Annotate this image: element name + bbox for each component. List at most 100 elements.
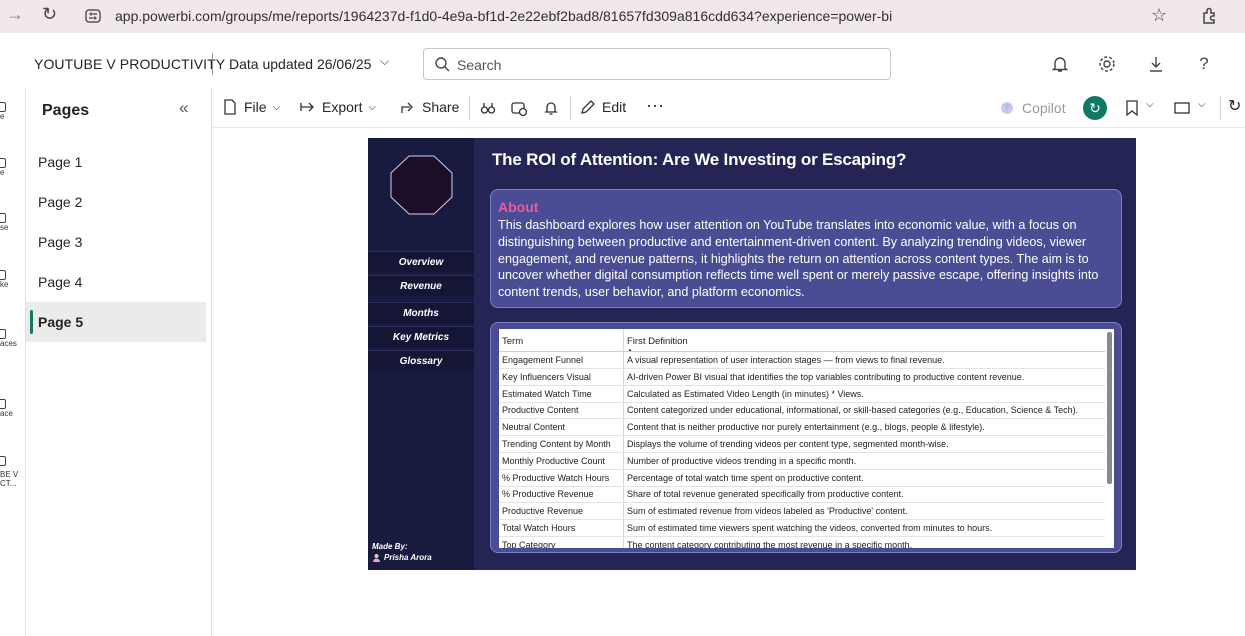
table-row[interactable]: Estimated Watch Time Calculated as Estima… — [499, 386, 1105, 403]
rail-item-workspaces[interactable]: aces — [0, 329, 25, 348]
cell-term: Engagement Funnel — [502, 355, 584, 365]
cell-definition: Sum of estimated time viewers spent watc… — [627, 523, 993, 533]
table-row[interactable]: Productive Content Content categorized un… — [499, 402, 1105, 420]
forward-arrow-icon[interactable]: → — [6, 4, 24, 25]
pencil-icon — [581, 100, 595, 114]
rail-item-browse[interactable]: se — [0, 213, 25, 232]
chevron-down-icon: ⌵ — [368, 101, 377, 113]
nav-months-button[interactable]: Months — [368, 302, 474, 323]
nav-revenue-button[interactable]: Revenue — [368, 275, 474, 296]
file-menu[interactable]: File ⌵ — [222, 99, 280, 115]
glossary-card: Term First Definition ▲ Engagement Funne… — [490, 322, 1122, 553]
toolbar-divider — [570, 96, 571, 120]
bell-icon[interactable] — [1050, 54, 1070, 74]
collapse-pane-icon[interactable]: « — [179, 98, 188, 118]
home-icon — [0, 102, 6, 112]
table-row[interactable]: Total Watch Hours Sum of estimated time v… — [499, 520, 1105, 537]
table-row[interactable]: Trending Content by Month Displays the vo… — [499, 436, 1105, 453]
chevron-down-icon[interactable]: ⌵ — [1146, 99, 1154, 110]
share-button[interactable]: Share — [400, 99, 459, 115]
reset-icon[interactable]: ↻ — [1228, 96, 1241, 116]
browser-toolbar: → ↻ app.powerbi.com/groups/me/reports/19… — [0, 0, 1245, 33]
rail-label: ace — [0, 409, 13, 418]
glossary-table[interactable]: Term First Definition ▲ Engagement Funne… — [499, 329, 1105, 548]
workspaces-icon — [0, 329, 6, 339]
rail-item-report[interactable]: BE V CT... — [0, 456, 25, 488]
binoculars-icon[interactable] — [480, 100, 496, 116]
table-row[interactable]: % Productive Revenue Share of total reven… — [499, 486, 1105, 504]
cell-definition: Share of total revenue generated specifi… — [627, 489, 904, 500]
report-toolbar: File ⌵ Export ⌵ Share Edit ··· Copilot ↻… — [212, 88, 1245, 128]
bookmark-icon[interactable] — [1124, 100, 1140, 116]
table-row[interactable]: Top Category The content category contrib… — [499, 537, 1105, 548]
cell-definition: Number of productive videos trending in … — [627, 455, 857, 466]
rail-label: CT... — [0, 479, 17, 488]
extensions-icon[interactable] — [1200, 6, 1220, 26]
export-menu[interactable]: Export ⌵ — [300, 99, 376, 115]
create-icon — [0, 158, 6, 168]
alert-bell-icon[interactable] — [543, 100, 559, 116]
cell-term: Productive Revenue — [502, 506, 584, 517]
rail-label: aces — [0, 339, 17, 348]
page-item-5[interactable]: Page 5 — [26, 302, 206, 342]
cell-definition: Displays the volume of trending videos p… — [627, 439, 949, 449]
reload-icon[interactable]: ↻ — [42, 4, 57, 25]
cell-term: Estimated Watch Time — [502, 388, 592, 399]
site-info-icon[interactable] — [84, 7, 102, 25]
chevron-down-icon: ⌵ — [272, 101, 281, 113]
table-row[interactable]: Productive Revenue Sum of estimated reven… — [499, 503, 1105, 521]
left-navigation-rail: e e se ke aces ace BE V CT... — [0, 88, 26, 636]
copilot-button[interactable]: Copilot — [998, 99, 1066, 117]
onelake-icon — [0, 270, 6, 280]
help-icon[interactable]: ? — [1194, 54, 1214, 74]
rail-item-create[interactable]: e — [0, 158, 25, 177]
rail-item-home[interactable]: e — [0, 102, 25, 121]
edit-button[interactable]: Edit — [580, 99, 626, 115]
cell-definition: Calculated as Estimated Video Length (in… — [627, 388, 864, 399]
edit-label: Edit — [602, 99, 627, 115]
cell-definition: The content category contributing the mo… — [627, 539, 913, 548]
gear-icon[interactable] — [1097, 54, 1117, 74]
view-icon[interactable] — [1174, 100, 1190, 116]
pages-pane: Pages « Page 1 Page 2 Page 3 Page 4 Page… — [26, 88, 212, 636]
rail-item-onelake[interactable]: ke — [0, 270, 25, 289]
table-row[interactable]: Key Influencers Visual AI-driven Power BI… — [499, 369, 1105, 386]
page-item-3[interactable]: Page 3 — [26, 222, 206, 262]
table-row[interactable]: Engagement Funnel A visual representation… — [499, 352, 1105, 369]
author-avatar-icon — [373, 554, 380, 562]
search-placeholder: Search — [457, 57, 502, 73]
cell-definition: Content categorized under educational, i… — [627, 405, 1079, 416]
cell-term: Key Influencers Visual — [502, 371, 591, 382]
report-icon — [0, 456, 6, 466]
refresh-icon[interactable]: ↻ — [1083, 96, 1107, 120]
rail-item-workspace[interactable]: ace — [0, 399, 25, 418]
table-row[interactable]: Neutral Content Content that is neither p… — [499, 419, 1105, 437]
table-row[interactable]: Monthly Productive Count Number of produc… — [499, 453, 1105, 470]
scrollbar-thumb[interactable] — [1107, 332, 1112, 484]
cell-term: Top Category — [502, 539, 556, 548]
column-header-definition[interactable]: First Definition — [627, 336, 688, 347]
column-header-term[interactable]: Term — [502, 336, 523, 347]
subscribe-icon[interactable] — [511, 100, 527, 116]
download-icon[interactable] — [1146, 54, 1166, 74]
page-item-4[interactable]: Page 4 — [26, 262, 206, 302]
page-item-1[interactable]: Page 1 — [26, 142, 206, 182]
page-item-2[interactable]: Page 2 — [26, 182, 206, 222]
chevron-down-icon[interactable]: ⌵ — [1198, 99, 1206, 110]
table-scrollbar[interactable] — [1105, 329, 1114, 548]
cell-term: % Productive Watch Hours — [502, 472, 610, 483]
chevron-down-icon[interactable]: ⌵ — [380, 54, 389, 69]
more-options-icon[interactable]: ··· — [646, 95, 664, 116]
table-row[interactable]: % Productive Watch Hours Percentage of to… — [499, 470, 1105, 487]
bookmark-star-icon[interactable]: ☆ — [1151, 5, 1167, 26]
nav-overview-button[interactable]: Overview — [368, 251, 474, 272]
author-line: Prisha Arora — [372, 553, 432, 562]
about-card: About This dashboard explores how user a… — [490, 189, 1122, 308]
rail-label: BE V — [0, 470, 19, 479]
nav-key-metrics-button[interactable]: Key Metrics — [368, 326, 474, 347]
rail-label: e — [0, 112, 5, 121]
address-bar[interactable]: app.powerbi.com/groups/me/reports/196423… — [115, 8, 892, 24]
nav-glossary-button[interactable]: Glossary — [368, 350, 474, 371]
search-input[interactable]: Search — [423, 48, 891, 80]
data-updated-label[interactable]: Data updated 26/06/25 — [229, 56, 371, 72]
